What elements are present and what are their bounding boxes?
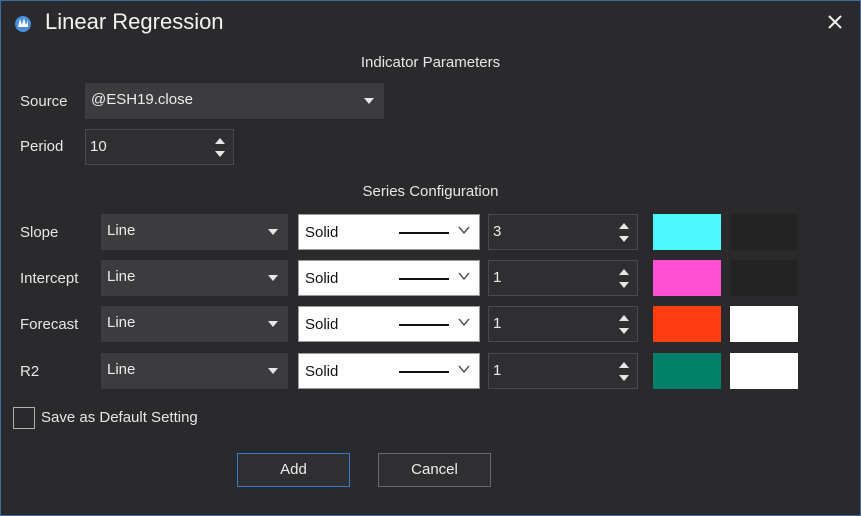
series-color-swatch[interactable]	[653, 260, 721, 296]
chevron-down-icon	[458, 318, 470, 327]
increment-arrow-icon[interactable]	[619, 269, 629, 275]
chevron-down-icon	[268, 275, 278, 281]
chevron-down-icon	[364, 98, 374, 104]
line-style-preview	[399, 324, 449, 326]
period-value: 10	[90, 138, 107, 155]
series-color-swatch[interactable]	[653, 306, 721, 342]
decrement-arrow-icon[interactable]	[215, 151, 225, 157]
chevron-down-icon	[268, 321, 278, 327]
indicator-parameters-heading: Indicator Parameters	[360, 54, 501, 71]
save-default-checkbox[interactable]	[13, 407, 35, 429]
series-background-color-swatch[interactable]	[730, 214, 798, 250]
line-width-stepper[interactable]: 1	[488, 260, 638, 296]
series-type-select[interactable]: Line	[101, 353, 288, 389]
series-background-color-swatch[interactable]	[730, 260, 798, 296]
line-width-value: 1	[493, 362, 502, 379]
series-color-swatch[interactable]	[653, 214, 721, 250]
series-label: R2	[20, 363, 40, 380]
window-title: Linear Regression	[45, 9, 224, 34]
series-background-color-swatch[interactable]	[730, 306, 798, 342]
source-value: @ESH19.close	[91, 91, 193, 108]
line-style-value: Solid	[305, 224, 339, 241]
period-label: Period	[20, 138, 64, 155]
period-stepper[interactable]: 10	[85, 129, 234, 165]
series-background-color-swatch[interactable]	[730, 353, 798, 389]
series-type-select[interactable]: Line	[101, 260, 288, 296]
line-width-value: 1	[493, 269, 502, 286]
line-style-select[interactable]: Solid	[298, 353, 480, 389]
source-label: Source	[20, 93, 68, 110]
increment-arrow-icon[interactable]	[619, 223, 629, 229]
line-style-value: Solid	[305, 270, 339, 287]
decrement-arrow-icon[interactable]	[619, 328, 629, 334]
close-icon[interactable]	[824, 11, 846, 33]
series-type-select[interactable]: Line	[101, 214, 288, 250]
series-label: Forecast	[20, 316, 79, 333]
increment-arrow-icon[interactable]	[619, 315, 629, 321]
line-style-preview	[399, 232, 449, 234]
line-style-select[interactable]: Solid	[298, 214, 480, 250]
decrement-arrow-icon[interactable]	[619, 282, 629, 288]
chevron-down-icon	[268, 229, 278, 235]
linear-regression-dialog: Linear Regression Indicator Parameters S…	[0, 0, 861, 516]
line-style-select[interactable]: Solid	[298, 260, 480, 296]
series-type-select[interactable]: Line	[101, 306, 288, 342]
chevron-down-icon	[458, 272, 470, 281]
title-bar: Linear Regression	[1, 1, 860, 45]
series-configuration-heading: Series Configuration	[362, 183, 499, 200]
increment-arrow-icon[interactable]	[215, 138, 225, 144]
line-style-select[interactable]: Solid	[298, 306, 480, 342]
increment-arrow-icon[interactable]	[619, 362, 629, 368]
series-type-value: Line	[107, 222, 136, 239]
line-style-preview	[399, 371, 449, 373]
app-logo-icon	[15, 16, 31, 32]
chevron-down-icon	[458, 365, 470, 374]
series-type-value: Line	[107, 361, 136, 378]
line-width-stepper[interactable]: 3	[488, 214, 638, 250]
series-color-swatch[interactable]	[653, 353, 721, 389]
line-width-stepper[interactable]: 1	[488, 306, 638, 342]
series-type-value: Line	[107, 314, 136, 331]
decrement-arrow-icon[interactable]	[619, 236, 629, 242]
add-button[interactable]: Add	[237, 453, 350, 487]
line-style-value: Solid	[305, 363, 339, 380]
series-type-value: Line	[107, 268, 136, 285]
source-select[interactable]: @ESH19.close	[85, 83, 384, 119]
series-label: Intercept	[20, 270, 79, 287]
chevron-down-icon	[458, 226, 470, 235]
line-style-value: Solid	[305, 316, 339, 333]
cancel-button[interactable]: Cancel	[378, 453, 491, 487]
line-width-value: 3	[493, 223, 502, 240]
line-style-preview	[399, 278, 449, 280]
line-width-stepper[interactable]: 1	[488, 353, 638, 389]
chevron-down-icon	[268, 368, 278, 374]
line-width-value: 1	[493, 315, 502, 332]
series-label: Slope	[20, 224, 59, 241]
decrement-arrow-icon[interactable]	[619, 375, 629, 381]
save-default-label: Save as Default Setting	[41, 409, 198, 426]
